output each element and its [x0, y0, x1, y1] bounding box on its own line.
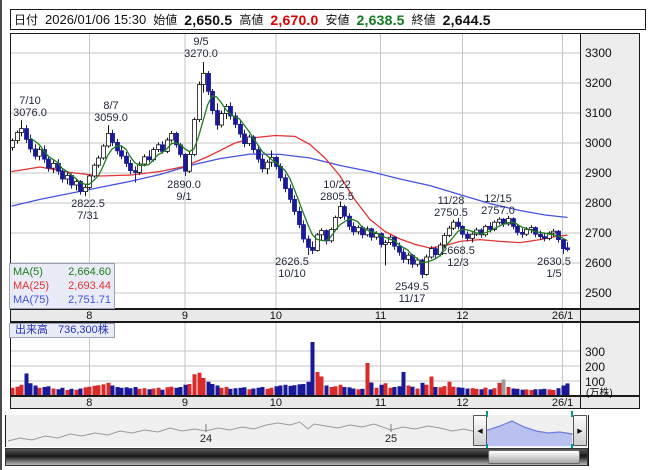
scrollbar-thumb[interactable]	[488, 450, 580, 464]
price-axis-panel	[580, 33, 640, 309]
volume-label: 出来高	[15, 324, 48, 336]
ma-legend-box: MA(5) 2,664.60 MA(25) 2,693.44 MA(75) 2,…	[9, 263, 115, 309]
selection-tick-top-right	[571, 411, 573, 417]
selection-tick-top-left	[486, 411, 488, 417]
volume-bars	[11, 342, 570, 396]
navigator-right-handle-button[interactable]: ▶	[573, 415, 587, 446]
month-axis-strip-1	[10, 309, 640, 322]
stock-chart-window: 日付 2026/01/06 15:30 始値 2,650.5 高値 2,670.…	[0, 0, 653, 470]
candlesticks	[11, 62, 570, 278]
ma75-label: MA(75)	[13, 293, 49, 307]
ma5-row: MA(5) 2,664.60	[13, 265, 111, 279]
ma75-row: MA(75) 2,751.71	[13, 293, 111, 307]
ma75-line	[12, 154, 567, 217]
ma25-row: MA(25) 2,693.44	[13, 279, 111, 293]
navigator-year-24: 24	[200, 433, 212, 445]
chart-canvas	[0, 0, 653, 470]
ma25-label: MA(25)	[13, 279, 49, 293]
ma25-value: 2,693.44	[68, 279, 111, 293]
ma5-line	[30, 96, 567, 263]
navigator-year-25: 25	[385, 433, 397, 445]
volume-value: 736,300株	[58, 324, 109, 336]
month-axis-strip-2	[10, 396, 640, 409]
navigator-left-handle-button[interactable]: ◀	[473, 415, 487, 446]
ma5-value: 2,664.60	[68, 265, 111, 279]
left-arrow-icon: ◀	[477, 427, 482, 435]
ma75-value: 2,751.71	[68, 293, 111, 307]
ma5-label: MA(5)	[13, 265, 43, 279]
volume-unit-label: (万株)	[586, 384, 613, 399]
volume-legend-box: 出来高 736,300株	[9, 323, 115, 338]
horizontal-scrollbar[interactable]	[5, 448, 588, 466]
right-arrow-icon: ▶	[577, 427, 582, 435]
